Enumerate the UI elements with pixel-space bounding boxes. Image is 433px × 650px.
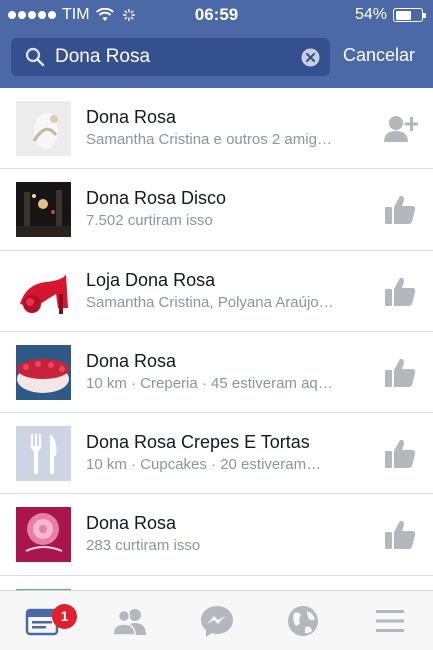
result-subtitle: 7.502 curtiram isso [86, 212, 213, 230]
result-subtitle: Samantha Cristina e outros 2 amig… [86, 131, 332, 148]
menu-icon[interactable] [370, 603, 410, 639]
like-icon[interactable] [382, 437, 418, 471]
result-thumbnail [16, 263, 71, 319]
globe-icon[interactable] [283, 603, 323, 639]
result-thumbnail [16, 182, 71, 238]
result-title: Dona Rosa [86, 107, 177, 127]
cancel-button[interactable]: Cancelar [343, 45, 415, 66]
result-thumbnail [16, 344, 71, 400]
clear-search-icon[interactable] [301, 48, 320, 67]
result-title: Dona Rosa [86, 350, 177, 371]
battery-icon [393, 8, 426, 22]
like-icon[interactable] [382, 275, 418, 309]
result-thumbnail [16, 507, 71, 563]
result-title: Dona Rosa Disco [86, 188, 227, 209]
status-right: 54% [354, 6, 426, 24]
search-input[interactable] [55, 38, 295, 76]
result-subtitle: Samantha Cristina, Polyana Araújo… [86, 293, 334, 311]
add-friend-icon[interactable] [382, 112, 418, 146]
result-title: Dona Rosa [86, 513, 177, 534]
result-row[interactable]: Dona Rosa Crepes E Tortas 10 km · Cupcak… [0, 413, 433, 495]
messenger-icon[interactable] [197, 603, 237, 639]
top-header: TIM 06:59 54% Dona Rosa Cancelar [0, 0, 433, 88]
result-row[interactable]: Dona Rosa Samantha Cristina e outros 2 a… [0, 88, 433, 170]
result-row[interactable]: Loja Dona Rosa Samantha Cristina, Polyan… [0, 251, 433, 332]
result-subtitle: 10 km · Creperia · 45 estiveram aq… [86, 374, 333, 392]
notification-badge: 1 [52, 604, 77, 629]
search-icon [25, 47, 45, 67]
result-thumbnail [16, 426, 71, 482]
friends-icon[interactable] [110, 603, 150, 639]
result-row[interactable]: Dona Rosa 283 curtiram isso [0, 494, 433, 576]
result-row[interactable]: Dona Rosa Disco 7.502 curtiram isso [0, 169, 433, 251]
result-subtitle: 10 km · Cupcakes · 20 estiveram… [86, 456, 322, 474]
result-row[interactable]: Dona Rosa 10 km · Creperia · 45 estivera… [0, 332, 433, 414]
search-box[interactable] [11, 38, 330, 76]
search-results-list: Dona Rosa Samantha Cristina e outros 2 a… [0, 88, 433, 597]
result-thumbnail [16, 101, 71, 156]
result-subtitle: 283 curtiram isso [86, 537, 201, 555]
like-icon[interactable] [382, 518, 418, 552]
like-icon[interactable] [382, 193, 418, 227]
result-title: Loja Dona Rosa [86, 269, 216, 290]
status-bar: TIM 06:59 54% [0, 0, 433, 30]
result-title: Dona Rosa Crepes E Tortas [86, 432, 310, 453]
like-icon[interactable] [382, 356, 418, 390]
battery-percent: 54% [354, 6, 387, 23]
